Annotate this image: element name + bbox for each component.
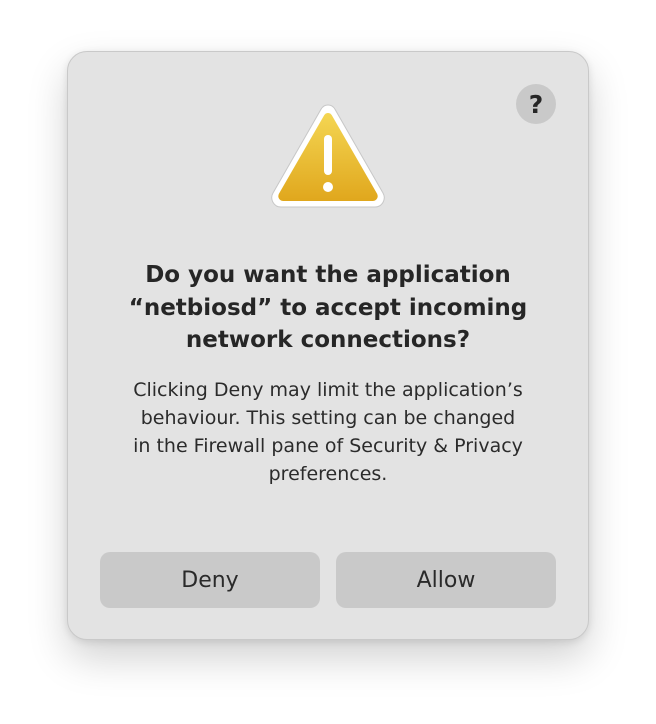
firewall-alert-dialog: ? Do you want the application “netbiosd”… <box>67 51 589 640</box>
deny-button[interactable]: Deny <box>100 552 320 608</box>
dialog-title: Do you want the application “netbiosd” t… <box>128 262 528 353</box>
help-question-mark: ? <box>528 89 544 119</box>
warning-icon <box>271 104 385 208</box>
dialog-message: Clicking Deny may limit the application’… <box>133 379 523 485</box>
allow-button[interactable]: Allow <box>336 552 556 608</box>
help-button[interactable]: ? <box>516 84 556 124</box>
